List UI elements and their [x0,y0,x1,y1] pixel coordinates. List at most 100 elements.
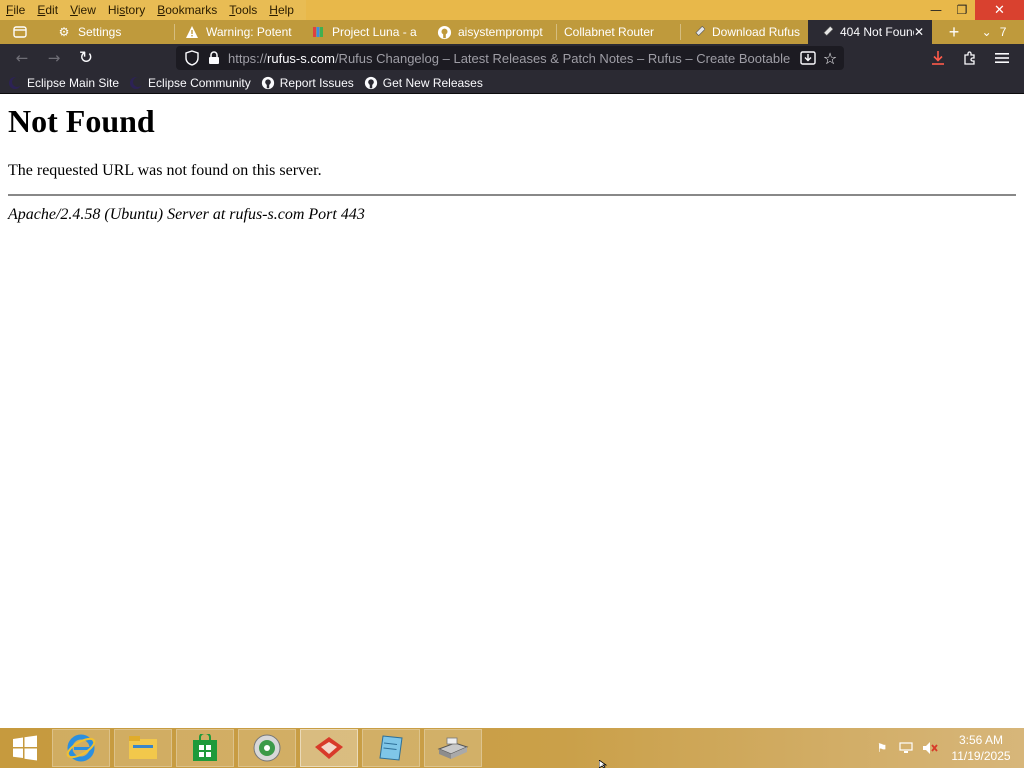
notepad-icon [379,735,403,761]
tab-aisystemprompt[interactable]: aisystemprompt [436,20,552,44]
menu-tools[interactable]: Tools [229,3,257,17]
menu-bar: File Edit View History Bookmarks Tools H… [0,0,306,20]
action-center-flag-icon[interactable]: ⚑ [874,740,890,756]
tab-label: Settings [78,25,122,39]
tab-warning[interactable]: Warning: Potent [184,20,296,44]
media-disc-icon [253,734,281,762]
shield-icon[interactable] [182,48,202,68]
tab-label: Warning: Potent [206,25,292,39]
menu-help[interactable]: Help [269,3,294,17]
eclipse-icon [129,76,144,90]
taskbar-media-center[interactable] [238,729,296,767]
bookmark-eclipse-main-site[interactable]: Eclipse Main Site [8,76,119,90]
tab-strip: ⚙ Settings Warning: Potent Project Luna … [0,20,1024,44]
volume-muted-icon[interactable] [922,740,938,756]
pencil-icon [310,24,326,40]
hamburger-icon [995,53,1009,63]
navigation-toolbar: ← → ↻ https://rufus-s.com/Rufus Changelo… [0,44,1024,72]
tab-label: aisystemprompt [458,25,543,39]
error-message: The requested URL was not found on this … [8,162,322,179]
folder-icon [129,736,157,759]
new-tab-button[interactable]: + [940,20,968,44]
download-icon [932,51,944,65]
url-bar[interactable]: https://rufus-s.com/Rufus Changelog – La… [176,46,844,70]
tab-label: 404 Not Found [840,25,914,39]
windows-logo-icon [13,735,37,761]
bookmark-report-issues[interactable]: Report Issues [261,76,354,90]
taskbar-file-explorer[interactable] [114,729,172,767]
bookmark-get-new-releases[interactable]: Get New Releases [364,76,483,90]
tab-divider [556,24,557,40]
server-signature: Apache/2.4.58 (Ubuntu) Server at rufus-s… [8,206,365,223]
close-tab-icon[interactable]: ✕ [914,25,924,39]
bookmarks-toolbar: Eclipse Main Site Eclipse Community Repo… [0,72,1024,94]
app-menu-button[interactable] [990,48,1014,68]
menu-file[interactable]: File [6,3,25,17]
clock-date: 11/19/2025 [951,749,1011,763]
taskbar-clock[interactable]: 3:56 AM 11/19/2025 [946,732,1016,764]
url-text[interactable]: https://rufus-s.com/Rufus Changelog – La… [228,51,794,66]
tab-label: Collabnet Router [564,25,655,39]
menu-bookmarks[interactable]: Bookmarks [157,3,217,17]
list-all-tabs-button[interactable]: ⌄ 7 [974,20,1014,44]
clock-time: 3:56 AM [958,733,1004,747]
menu-edit[interactable]: Edit [37,3,58,17]
tab-label: Project Luna - a [332,25,417,39]
scanner-icon [437,737,469,759]
downloads-button[interactable] [926,48,950,68]
url-path: /Rufus Changelog – Latest Releases & Pat… [334,50,791,66]
firefox-view-icon [13,26,27,38]
tab-count: 7 [999,25,1007,39]
network-icon[interactable] [898,740,914,756]
menu-history[interactable]: History [108,3,145,17]
menu-view[interactable]: View [70,3,96,17]
github-icon [364,76,378,90]
tab-label: Download Rufus [712,25,801,39]
firefox-view-button[interactable] [8,20,32,44]
taskbar-scanner[interactable] [424,729,482,767]
restore-button[interactable]: ❐ [947,0,977,20]
usb-icon [818,24,834,40]
store-icon [193,734,217,761]
tab-divider [174,24,175,40]
taskbar-app-red[interactable] [300,729,358,767]
tab-project-luna[interactable]: Project Luna - a [310,20,422,44]
extensions-button[interactable] [958,48,982,68]
github-icon [261,76,275,90]
github-icon [436,24,452,40]
url-domain: rufus-s.com [267,50,335,66]
divider [8,194,1016,196]
red-app-icon [315,737,343,759]
tab-404-not-found[interactable]: 404 Not Found ✕ [808,20,932,44]
lock-icon[interactable] [204,48,224,68]
tab-settings[interactable]: ⚙ Settings [56,20,172,44]
save-to-pocket-icon[interactable] [798,48,818,68]
eclipse-icon [8,76,22,90]
tab-divider [680,24,681,40]
chevron-down-icon: ⌄ [981,25,992,39]
internet-explorer-icon [66,734,96,762]
bookmark-eclipse-community[interactable]: Eclipse Community [129,76,251,90]
tab-download-rufus[interactable]: Download Rufus [690,20,802,44]
forward-button[interactable]: → [42,48,66,68]
page-content: Not Found The requested URL was not foun… [0,94,1024,728]
reload-button[interactable]: ↻ [74,48,98,68]
usb-icon [690,24,706,40]
taskbar-store[interactable] [176,729,234,767]
warning-icon [184,24,200,40]
bookmark-label: Eclipse Community [148,75,251,90]
url-scheme: https:// [228,50,268,66]
tab-collabnet-router[interactable]: Collabnet Router [564,20,674,44]
taskbar-notepad[interactable] [362,729,420,767]
bookmark-star-icon[interactable]: ☆ [820,48,840,68]
mouse-cursor-icon [599,760,608,768]
back-button[interactable]: ← [10,48,34,68]
puzzle-icon [964,51,975,65]
taskbar-internet-explorer[interactable] [52,729,110,767]
start-button[interactable] [0,729,50,767]
bookmark-label: Eclipse Main Site [27,75,120,90]
bookmark-label: Get New Releases [382,75,483,90]
close-window-button[interactable]: ✕ [975,0,1024,20]
taskbar: ⚑ 3:56 AM 11/19/2025 [0,728,1024,768]
bookmark-label: Report Issues [279,75,354,90]
